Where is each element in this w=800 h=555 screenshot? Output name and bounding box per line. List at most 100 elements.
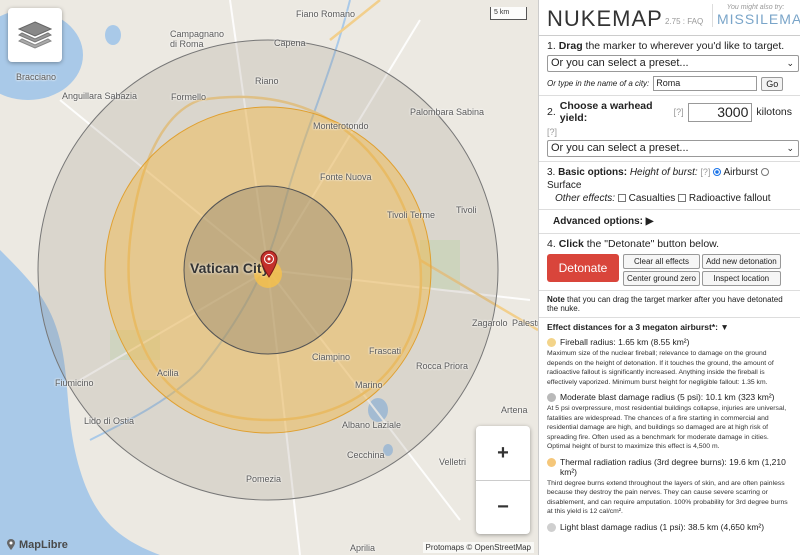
lake-martignano <box>105 25 121 45</box>
missilemap-link[interactable]: MISSILEMAP <box>717 11 800 27</box>
height-of-burst-label: Height of burst: <box>629 167 698 178</box>
zoom-in-button[interactable]: + <box>476 426 530 480</box>
casualties-label[interactable]: Casualties <box>629 193 676 204</box>
place-label: Capena <box>274 38 306 48</box>
place-label: Ciampino <box>312 352 351 362</box>
step1-text: the marker to wherever you'd like to tar… <box>582 40 785 52</box>
step-number: 4. <box>547 238 556 250</box>
preset-location-select[interactable]: Or you can select a preset... ⌄ <box>547 55 799 72</box>
other-effects-label: Other effects: <box>555 193 616 204</box>
place-label: Aprilia <box>350 543 376 553</box>
effect-title: Thermal radiation radius (3rd degree bur… <box>560 456 786 477</box>
chevron-down-icon: ⌄ <box>786 143 794 153</box>
place-label: Lido di Ostia <box>84 416 135 426</box>
step1-section: 1. Drag the marker to wherever you'd lik… <box>539 36 800 96</box>
step4-text: the "Detonate" button below. <box>583 238 720 250</box>
go-button[interactable]: Go <box>761 76 784 91</box>
maplibre-logo[interactable]: MapLibre <box>6 539 68 551</box>
airburst-label[interactable]: Airburst <box>723 167 757 178</box>
zoom-control: + − <box>476 426 530 534</box>
effect-title: Moderate blast damage radius (5 psi): 10… <box>560 392 775 402</box>
action-buttons: Clear all effects Add new detonation Cen… <box>623 254 781 286</box>
add-detonation-button[interactable]: Add new detonation <box>701 254 781 269</box>
advanced-options-toggle[interactable]: Advanced options: ▶ <box>539 210 800 234</box>
preset-yield-value: Or you can select a preset... <box>551 142 689 154</box>
place-label: Palestrina <box>512 318 538 328</box>
yield-help-link[interactable]: [?] <box>674 107 684 117</box>
yield-input[interactable]: 3000 <box>687 102 753 122</box>
fallout-checkbox[interactable] <box>678 194 687 203</box>
step-number: 3. <box>547 167 556 178</box>
surface-label[interactable]: Surface <box>547 180 581 191</box>
place-label: Marino <box>355 380 383 390</box>
moderate-blast-swatch-icon <box>547 393 556 402</box>
place-label: Anguillara Sabazia <box>62 91 138 101</box>
also-try-box: You might also try: MISSILEMAP <box>712 4 800 27</box>
step2-section: 2. Choose a warhead yield: [?] 3000 kilo… <box>539 96 800 162</box>
place-label: Bracciano <box>16 72 57 82</box>
map-view[interactable]: Fiano Romano Campagnano di Roma Capena B… <box>0 0 538 555</box>
effect-title: Fireball radius: 1.65 km (8.55 km²) <box>560 337 690 347</box>
fallout-label[interactable]: Radioactive fallout <box>689 193 771 204</box>
step-number: 2. <box>547 106 556 118</box>
layers-icon <box>18 21 52 49</box>
effect-title: Light blast damage radius (1 psi): 38.5 … <box>560 521 765 532</box>
place-label: Zagarolo <box>472 318 508 328</box>
clear-effects-button[interactable]: Clear all effects <box>623 254 700 269</box>
control-panel: NUKEMAP 2.75 : FAQ You might also try: M… <box>538 0 800 555</box>
preset-location-value: Or you can select a preset... <box>551 57 689 69</box>
panel-header: NUKEMAP 2.75 : FAQ You might also try: M… <box>539 0 800 36</box>
step2-bold: Choose a warhead yield: <box>559 100 653 124</box>
step-number: 1. <box>547 40 556 52</box>
place-label: Cecchina <box>347 450 385 460</box>
center-ground-zero-button[interactable]: Center ground zero <box>623 271 700 286</box>
place-label: Campagnano di Roma <box>170 29 225 49</box>
layers-button[interactable] <box>8 8 62 62</box>
place-label: Frascati <box>369 346 402 356</box>
place-label: Artena <box>501 405 528 415</box>
place-label: Albano Laziale <box>342 420 402 430</box>
maplibre-label: MapLibre <box>19 539 68 551</box>
fireball-swatch-icon <box>547 338 556 347</box>
place-label: Fiumicino <box>55 378 94 388</box>
map-attribution[interactable]: Protomaps © OpenStreetMap <box>422 542 534 553</box>
place-label: Formello <box>171 92 207 102</box>
step4-bold: Click <box>558 238 584 250</box>
yield-help-link-2[interactable]: [?] <box>547 127 792 137</box>
maplibre-icon <box>7 539 15 550</box>
hob-help-link[interactable]: [?] <box>700 167 710 177</box>
light-blast-swatch-icon <box>547 522 556 532</box>
inspect-location-button[interactable]: Inspect location <box>701 271 781 286</box>
place-label: Velletri <box>439 457 467 467</box>
place-label: Palombara Sabina <box>410 107 485 117</box>
place-label: Monterotondo <box>313 121 369 131</box>
note-section: Note that you can drag the target marker… <box>539 291 800 318</box>
effect-item: Thermal radiation radius (3rd degree bur… <box>547 457 792 517</box>
effect-item: Light blast damage radius (1 psi): 38.5 … <box>547 522 792 532</box>
place-label: Fiano Romano <box>296 9 356 19</box>
place-label: Tivoli Terme <box>387 210 436 220</box>
airburst-radio[interactable] <box>713 168 722 177</box>
preset-yield-select[interactable]: Or you can select a preset... ⌄ <box>547 140 799 157</box>
surface-radio[interactable] <box>760 168 769 177</box>
effect-description: At 5 psi overpressure, most residential … <box>547 405 787 450</box>
city-input[interactable]: Roma <box>653 76 758 91</box>
yield-unit: kilotons <box>756 106 792 118</box>
target-marker-icon[interactable] <box>260 250 278 278</box>
place-label: Rocca Priora <box>416 361 469 371</box>
effect-description: Third degree burns extend throughout the… <box>547 479 788 516</box>
step4-section: 4. Click the "Detonate" button below. De… <box>539 234 800 291</box>
note-bold: Note <box>547 295 565 304</box>
detonate-button[interactable]: Detonate <box>547 254 619 282</box>
effects-heading[interactable]: Effect distances for a 3 megaton airburs… <box>547 322 792 332</box>
step1-bold: Drag <box>558 40 583 52</box>
app-title[interactable]: NUKEMAP <box>547 6 663 32</box>
casualties-checkbox[interactable] <box>617 194 626 203</box>
version-faq-link[interactable]: 2.75 : FAQ <box>665 17 703 26</box>
effects-list: Effect distances for a 3 megaton airburs… <box>539 318 800 536</box>
step3-section: 3. Basic options: Height of burst: [?] A… <box>539 162 800 210</box>
place-label: Tivoli <box>456 205 477 215</box>
thermal-swatch-icon <box>547 457 556 467</box>
zoom-out-button[interactable]: − <box>476 480 530 534</box>
note-text: that you can drag the target marker afte… <box>547 295 783 313</box>
